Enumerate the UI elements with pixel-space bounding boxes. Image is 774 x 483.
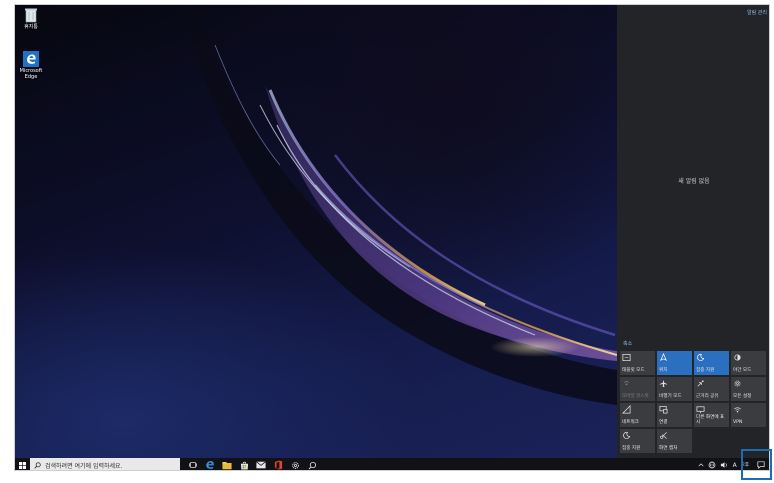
tile-nearby-sharing[interactable]: 근거리 공유 [694, 377, 729, 401]
tile-label: 모바일 핫스팟 [622, 393, 649, 399]
task-view-button[interactable] [186, 458, 200, 470]
office-icon [274, 460, 282, 470]
file-explorer-icon [222, 461, 232, 469]
tile-focus-assist-moon[interactable]: 집중 지원 [620, 429, 655, 453]
tablet-mode-icon [622, 353, 631, 362]
tile-tablet-mode[interactable]: 태블릿 모드 [620, 351, 655, 375]
store-icon [240, 461, 248, 470]
manage-notifications-link[interactable]: 알림 관리 [747, 9, 767, 16]
taskbar-search-input[interactable]: 검색하려면 여기에 입력하세요. [30, 458, 180, 470]
quick-actions-grid: 태블릿 모드 위치 집중 지원 야간 모드 모바일 핫스팟 비행기 모드 근거리… [620, 351, 768, 453]
tile-label: 야간 모드 [733, 367, 752, 373]
tile-airplane-mode[interactable]: 비행기 모드 [657, 377, 692, 401]
connect-icon [659, 405, 668, 414]
tile-label: 집중 지원 [696, 367, 715, 373]
tile-label: 연결 [659, 419, 668, 425]
tile-mobile-hotspot[interactable]: 모바일 핫스팟 [620, 377, 655, 401]
highlight-callout-box [741, 449, 772, 480]
screen-frame: 휴지통 Microsoft Edge 알림 관리 새 알림 없음 축소 태블릿 … [14, 4, 770, 471]
tile-label: 다른 화면에 표시 [696, 414, 725, 425]
desktop[interactable]: 휴지통 Microsoft Edge [15, 5, 617, 458]
tile-label: 모든 설정 [733, 393, 752, 399]
start-button[interactable] [15, 458, 29, 470]
focus-assist-icon [697, 353, 705, 361]
tile-label: 집중 지원 [622, 445, 641, 451]
settings-button[interactable] [288, 458, 302, 470]
vpn-icon [734, 407, 741, 413]
night-light-icon [734, 354, 741, 361]
chevron-up-icon[interactable] [698, 462, 704, 468]
search-placeholder: 검색하려면 여기에 입력하세요. [45, 462, 123, 470]
tile-label: VPN [733, 419, 743, 425]
office-button[interactable] [271, 458, 285, 470]
nearby-sharing-icon [697, 380, 704, 387]
location-icon [660, 353, 667, 361]
cortana-button[interactable] [305, 458, 319, 470]
tile-location[interactable]: 위치 [657, 351, 692, 375]
windows-logo-icon [18, 461, 26, 469]
store-button[interactable] [237, 458, 251, 470]
screen-snip-icon [660, 432, 667, 439]
edge-icon [206, 460, 214, 469]
edge-shortcut-icon[interactable]: Microsoft Edge [15, 51, 47, 80]
tile-vpn[interactable]: VPN [731, 403, 766, 427]
task-view-icon [189, 462, 197, 468]
tile-label: 위치 [659, 367, 668, 373]
settings-icon [291, 461, 299, 469]
search-icon [34, 461, 41, 469]
recycle-bin-icon[interactable]: 휴지통 [15, 7, 47, 30]
network-globe-icon[interactable] [708, 461, 716, 469]
action-center-panel: 알림 관리 새 알림 없음 축소 태블릿 모드 위치 집중 지원 야간 모드 모… [617, 5, 769, 458]
input-language-indicator[interactable]: A [733, 462, 737, 469]
cortana-icon [308, 461, 316, 469]
tile-focus-assist[interactable]: 집중 지원 [694, 351, 729, 375]
tile-night-light[interactable]: 야간 모드 [731, 351, 766, 375]
mail-icon [256, 461, 266, 469]
tile-connect[interactable]: 연결 [657, 403, 692, 427]
moon-icon [623, 431, 631, 439]
taskbar: 검색하려면 여기에 입력하세요. A 오후 [15, 458, 769, 470]
collapse-link[interactable]: 축소 [623, 340, 632, 347]
tile-label: 근거리 공유 [696, 393, 719, 399]
tile-screen-snip[interactable]: 화면 캡처 [657, 429, 692, 453]
volume-icon[interactable] [720, 461, 729, 469]
edge-shortcut-label: Microsoft Edge [19, 68, 43, 80]
mobile-hotspot-icon [623, 381, 630, 386]
edge-icon [23, 51, 39, 67]
tile-project[interactable]: 다른 화면에 표시 [694, 403, 729, 427]
tile-label: 비행기 모드 [659, 393, 682, 399]
tile-label: 화면 캡처 [659, 445, 678, 451]
network-icon [622, 405, 631, 414]
edge-taskbar-button[interactable] [203, 458, 217, 470]
wallpaper [180, 5, 617, 405]
tile-network[interactable]: 네트워크 [620, 403, 655, 427]
no-notifications-text: 새 알림 없음 [678, 178, 710, 185]
airplane-mode-icon [659, 379, 668, 387]
file-explorer-button[interactable] [220, 458, 234, 470]
settings-icon [734, 380, 741, 387]
tile-label: 태블릿 모드 [622, 367, 645, 373]
recycle-bin-label: 휴지통 [24, 24, 38, 30]
project-icon [696, 406, 705, 414]
mail-button[interactable] [254, 458, 268, 470]
tile-label: 네트워크 [622, 419, 639, 425]
tile-all-settings[interactable]: 모든 설정 [731, 377, 766, 401]
trash-icon [25, 8, 37, 23]
